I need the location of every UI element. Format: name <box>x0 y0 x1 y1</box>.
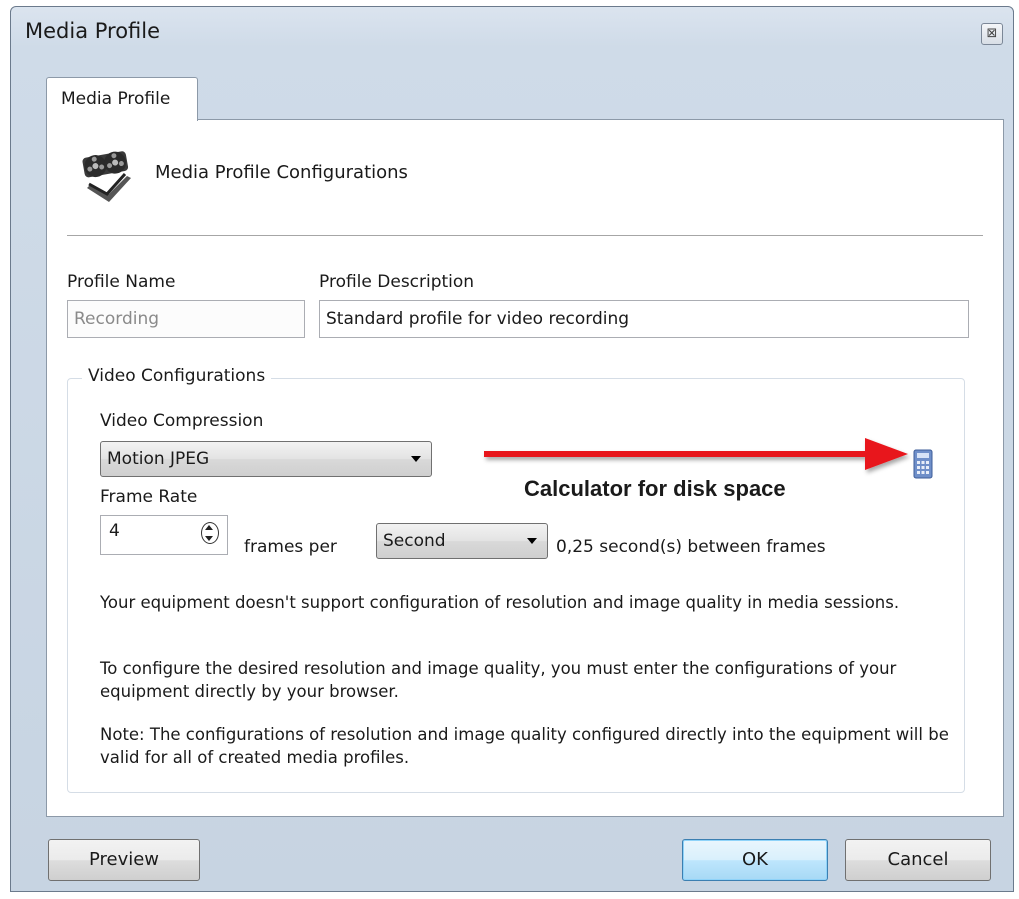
profile-name-field[interactable]: Recording <box>67 300 305 338</box>
period-value: Second <box>383 531 446 551</box>
video-compression-value: Motion JPEG <box>107 449 210 469</box>
close-button[interactable]: ⊠ <box>981 23 1003 45</box>
note-valid-all-profiles: Note: The configurations of resolution a… <box>100 725 949 767</box>
window-title: Media Profile <box>25 19 161 43</box>
profile-description-label: Profile Description <box>319 272 475 292</box>
spin-updown-icon[interactable] <box>201 522 219 544</box>
period-select[interactable]: Second <box>376 523 548 559</box>
profile-name-label: Profile Name <box>67 272 176 292</box>
header-title: Media Profile Configurations <box>155 162 408 183</box>
video-configurations-title: Video Configurations <box>82 366 272 386</box>
video-compression-select[interactable]: Motion JPEG <box>100 441 432 477</box>
note-configure-browser: To configure the desired resolution and … <box>100 659 897 701</box>
film-reel-icon <box>82 151 131 202</box>
header-separator <box>67 235 983 236</box>
title-bar[interactable]: Media Profile ⊠ <box>11 7 1013 55</box>
frame-rate-value: 4 <box>109 521 120 541</box>
annotation-text: Calculator for disk space <box>524 476 786 501</box>
profile-description-field[interactable]: Standard profile for video recording <box>319 300 969 338</box>
preview-button[interactable]: Preview <box>48 839 200 881</box>
note-unsupported: Your equipment doesn't support configura… <box>100 593 900 612</box>
annotation-arrow <box>484 438 908 470</box>
between-frames-text: 0,25 second(s) between frames <box>556 537 826 557</box>
frames-per-label: frames per <box>244 537 337 557</box>
frame-rate-label: Frame Rate <box>100 487 198 507</box>
video-compression-label: Video Compression <box>100 411 264 431</box>
frame-rate-stepper[interactable]: 4 <box>100 515 228 555</box>
chevron-down-icon <box>411 456 421 462</box>
cancel-button[interactable]: Cancel <box>845 839 991 881</box>
tab-media-profile[interactable]: Media Profile <box>46 77 198 121</box>
chevron-down-icon <box>527 538 537 544</box>
ok-button[interactable]: OK <box>682 839 828 881</box>
